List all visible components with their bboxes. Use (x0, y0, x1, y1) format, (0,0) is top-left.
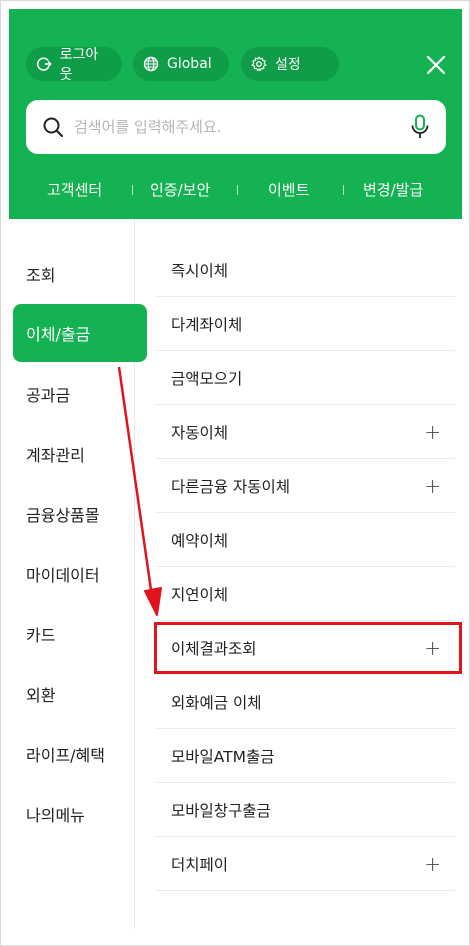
category-mydata[interactable]: 마이데이터 (13, 545, 147, 603)
category-transfer-withdrawal[interactable]: 이체/출금 (13, 304, 147, 362)
highlight-box (154, 622, 462, 674)
category-utility-bills[interactable]: 공과금 (13, 365, 147, 423)
logout-label: 로그아웃 (59, 47, 99, 83)
expand-plus-icon[interactable]: + (424, 852, 441, 876)
submenu-item[interactable]: 모바일창구출금 (155, 783, 455, 837)
submenu-item[interactable]: 다계좌이체 (155, 297, 455, 351)
submenu-item[interactable]: 자동이체 + (155, 405, 455, 459)
submenu-item[interactable]: 외화예금 이체 (155, 675, 455, 729)
category-life-benefits[interactable]: 라이프/혜택 (13, 725, 147, 783)
global-label: Global (167, 56, 212, 72)
quicklink-events[interactable]: 이벤트 (268, 179, 309, 200)
submenu-item-label: 다른금융 자동이체 (171, 477, 291, 496)
category-my-menu[interactable]: 나의메뉴 (13, 785, 147, 843)
submenu-item[interactable]: 예약이체 (155, 513, 455, 567)
quicklink-change-issue[interactable]: 변경/발급 (363, 179, 423, 200)
logout-button[interactable]: 로그아웃 (26, 47, 122, 83)
submenu-item[interactable]: 즉시이체 (155, 243, 455, 297)
category-financial-products[interactable]: 금융상품몰 (13, 485, 147, 543)
globe-icon (143, 56, 159, 72)
close-icon (426, 55, 446, 75)
submenu-item[interactable]: 더치페이 + (155, 837, 455, 891)
category-foreign-exchange[interactable]: 외환 (13, 665, 147, 723)
submenu-item-label: 예약이체 (171, 531, 229, 550)
menu-header: 로그아웃 Global 설정 검색어를 입력해주세요. 고객센터 인증/보안 이… (9, 9, 462, 219)
category-inquiry[interactable]: 조회 (13, 245, 147, 303)
submenu-item-label: 자동이체 (171, 423, 229, 442)
submenu-item-label: 지연이체 (171, 585, 229, 604)
submenu-item[interactable]: 지연이체 (155, 567, 455, 621)
settings-button[interactable]: 설정 (241, 47, 339, 81)
submenu-item-label: 모바일창구출금 (171, 801, 271, 820)
quicklink-customer-center[interactable]: 고객센터 (47, 179, 102, 200)
expand-plus-icon[interactable]: + (424, 474, 441, 498)
submenu-item[interactable]: 다른금융 자동이체 + (155, 459, 455, 513)
category-card[interactable]: 카드 (13, 605, 147, 663)
quicklink-divider (132, 185, 133, 195)
submenu-item-label: 금액모으기 (171, 369, 243, 388)
quicklink-divider (343, 185, 344, 195)
menu-screen: 로그아웃 Global 설정 검색어를 입력해주세요. 고객센터 인증/보안 이… (0, 0, 470, 946)
category-account-management[interactable]: 계좌관리 (13, 425, 147, 483)
quicklink-auth-security[interactable]: 인증/보안 (150, 179, 210, 200)
submenu-item-label: 즉시이체 (171, 261, 229, 280)
logout-icon (36, 57, 52, 71)
submenu-item[interactable]: 모바일ATM출금 (155, 729, 455, 783)
submenu-item-label: 다계좌이체 (171, 315, 243, 334)
global-button[interactable]: Global (133, 47, 229, 81)
submenu-item-label: 외화예금 이체 (171, 693, 262, 712)
quick-links: 고객센터 인증/보안 이벤트 변경/발급 (9, 175, 462, 201)
close-button[interactable] (424, 53, 448, 77)
quicklink-divider (237, 185, 238, 195)
expand-plus-icon[interactable]: + (424, 420, 441, 444)
microphone-icon[interactable] (410, 114, 430, 140)
settings-label: 설정 (275, 57, 301, 73)
submenu-item-label: 모바일ATM출금 (171, 747, 275, 766)
search-input[interactable] (74, 118, 394, 136)
gear-icon (251, 56, 267, 72)
search-box[interactable] (26, 100, 446, 154)
search-icon (43, 117, 64, 138)
category-list: 조회 이체/출금 공과금 계좌관리 금융상품몰 마이데이터 카드 외환 라이프/… (9, 219, 147, 929)
submenu-item[interactable]: 금액모으기 (155, 351, 455, 405)
submenu-item-label: 더치페이 (171, 855, 229, 874)
